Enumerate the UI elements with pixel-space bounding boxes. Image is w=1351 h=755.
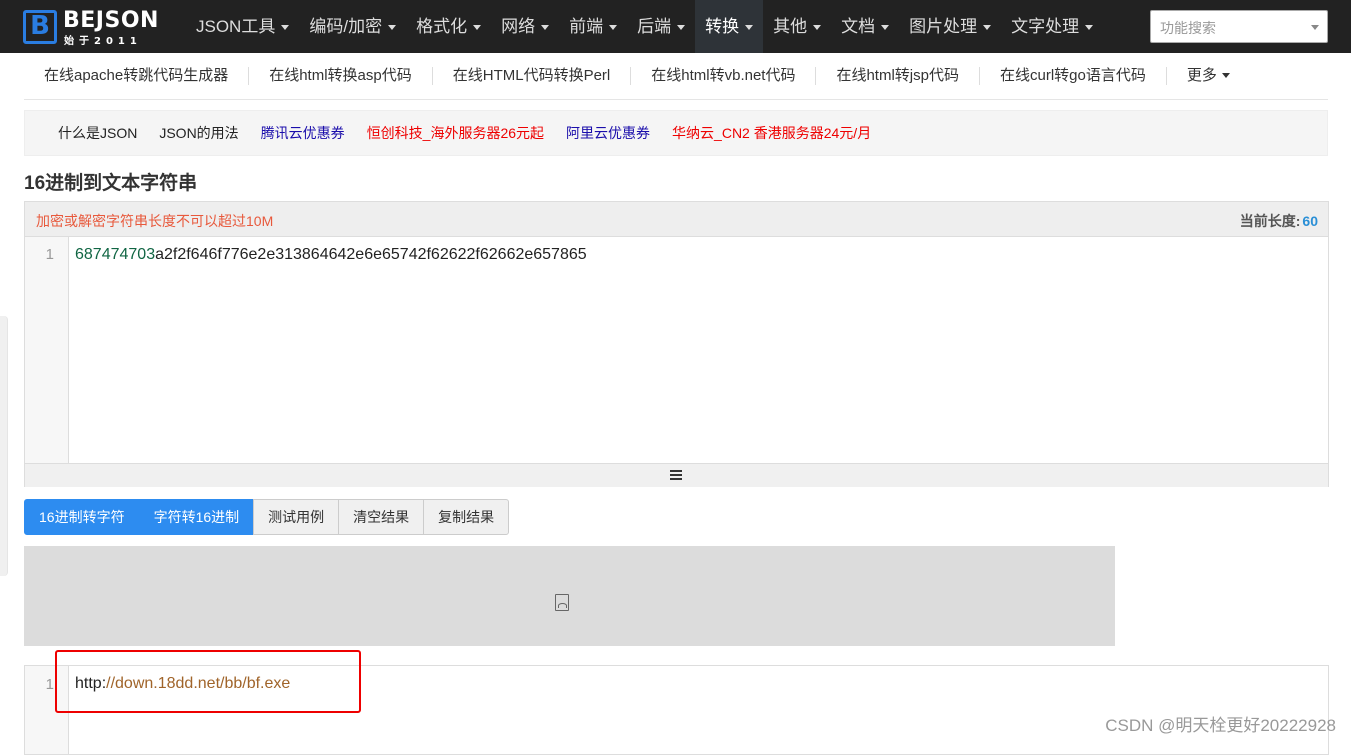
more-tools-dropdown[interactable]: 更多 [1167, 67, 1250, 85]
subtool-link[interactable]: 在线HTML代码转换Perl [433, 66, 632, 85]
nav-item-8[interactable]: 文档 [831, 0, 899, 53]
logo-tagline: 始于2011 [64, 36, 142, 47]
caret-down-icon [281, 25, 290, 31]
input-editor-panel: 加密或解密字符串长度不可以超过10M 当前长度: 60 1 687474703a2… [24, 201, 1329, 487]
nav-item-4[interactable]: 前端 [559, 0, 627, 53]
annotation-highlight-box [55, 650, 361, 713]
line-gutter: 1 [25, 237, 69, 463]
ad-image-placeholder[interactable] [24, 546, 1115, 646]
promo-links-bar: 什么是JSON JSON的用法 腾讯云优惠券 恒创科技_海外服务器26元起 阿里云优惠券… [24, 110, 1328, 156]
caret-down-icon [609, 25, 618, 31]
nav-item-label: 网络 [501, 17, 536, 36]
code-text-token: a2f2f646f776e2e313864642e6e65742f62622f6… [155, 246, 587, 263]
current-length-value: 60 [1302, 213, 1318, 229]
caret-down-icon [881, 25, 890, 31]
promo-link[interactable]: 华纳云_CN2 香港服务器24元/月 [672, 123, 871, 143]
line-number: 1 [45, 246, 54, 263]
nav-item-label: 编码/加密 [309, 17, 383, 36]
subtool-link[interactable]: 在线html转jsp代码 [816, 66, 980, 85]
caret-down-icon [473, 25, 482, 31]
nav-item-label: 图片处理 [909, 17, 978, 36]
subtool-label: 在线HTML代码转换Perl [452, 66, 611, 84]
length-warning: 加密或解密字符串长度不可以超过10M [36, 213, 274, 229]
current-length: 当前长度: 60 [1240, 211, 1318, 231]
subtool-label: 在线curl转go语言代码 [999, 66, 1146, 84]
nav-item-6[interactable]: 转换 [695, 0, 764, 53]
action-button-group: 16进制转字符 字符转16进制 测试用例 清空结果 复制结果 [24, 499, 510, 535]
promo-link[interactable]: 什么是JSON [58, 123, 137, 143]
copy-result-button[interactable]: 复制结果 [423, 499, 510, 535]
editor-header: 加密或解密字符串长度不可以超过10M 当前长度: 60 [25, 202, 1328, 237]
caret-down-icon [541, 25, 550, 31]
subtool-link[interactable]: 在线html转vb.net代码 [631, 66, 817, 85]
resize-handle[interactable] [25, 463, 1328, 487]
nav-menu: JSON工具 编码/加密 格式化 网络 前端 后端 转换 其他 文档 图片处理 文字处理 [186, 0, 1103, 53]
result-line-number: 1 [45, 676, 54, 693]
hex-to-text-button[interactable]: 16进制转字符 [24, 499, 140, 535]
subtool-link[interactable]: 在线curl转go语言代码 [980, 66, 1167, 85]
caret-down-icon [1085, 25, 1094, 31]
top-navbar: B BEJSON 始于2011 JSON工具 编码/加密 格式化 网络 前端 后端 转换 其他… [0, 0, 1351, 53]
subtool-label: 在线html转vb.net代码 [651, 66, 796, 84]
nav-item-1[interactable]: 编码/加密 [299, 0, 406, 53]
subtool-label: 在线html转jsp代码 [836, 66, 959, 84]
code-number-token: 687474703 [75, 246, 156, 263]
caret-down-icon [813, 25, 822, 31]
nav-item-label: 格式化 [416, 17, 468, 36]
nav-item-label: 后端 [637, 17, 672, 36]
nav-item-label: JSON工具 [196, 17, 276, 36]
subtool-link[interactable]: 在线html转换asp代码 [249, 66, 433, 85]
menu-lines-icon [670, 470, 682, 481]
nav-item-10[interactable]: 文字处理 [1001, 0, 1103, 53]
hex-input-editor[interactable]: 687474703a2f2f646f776e2e313864642e6e6574… [75, 246, 587, 264]
broken-image-icon [555, 594, 569, 611]
clear-result-button[interactable]: 清空结果 [338, 499, 425, 535]
nav-item-5[interactable]: 后端 [627, 0, 695, 53]
search-placeholder: 功能搜索 [1160, 20, 1216, 36]
caret-down-icon [388, 25, 397, 31]
promo-link[interactable]: 腾讯云优惠券 [261, 123, 345, 143]
function-search-select[interactable]: 功能搜索 [1150, 10, 1328, 43]
nav-item-9[interactable]: 图片处理 [899, 0, 1001, 53]
logo-mark: B [23, 10, 57, 44]
caret-down-icon [677, 25, 686, 31]
promo-link[interactable]: JSON的用法 [159, 123, 238, 143]
nav-item-2[interactable]: 格式化 [406, 0, 491, 53]
nav-item-label: 文字处理 [1011, 17, 1080, 36]
caret-down-icon [1221, 73, 1230, 79]
nav-item-0[interactable]: JSON工具 [186, 0, 299, 53]
caret-down-icon [983, 25, 992, 31]
promo-link[interactable]: 阿里云优惠券 [566, 123, 650, 143]
caret-down-icon [745, 25, 754, 31]
nav-item-label: 前端 [569, 17, 604, 36]
nav-item-3[interactable]: 网络 [491, 0, 559, 53]
side-drawer-handle[interactable] [0, 316, 8, 576]
nav-item-label: 转换 [705, 17, 740, 36]
nav-item-label: 其他 [773, 17, 808, 36]
chevron-down-icon [1311, 25, 1319, 30]
nav-item-7[interactable]: 其他 [763, 0, 831, 53]
subtool-link[interactable]: 在线apache转跳代码生成器 [24, 66, 250, 85]
text-to-hex-button[interactable]: 字符转16进制 [138, 499, 255, 535]
current-length-label: 当前长度: [1239, 213, 1301, 229]
subtool-label: 在线html转换asp代码 [269, 66, 412, 84]
bejson-logo[interactable]: B BEJSON 始于2011 [23, 8, 163, 47]
subtool-label: 更多 [1186, 66, 1217, 84]
watermark: CSDN @明天栓更好20222928 [1105, 716, 1336, 735]
page-title: 16进制到文本字符串 [24, 173, 198, 194]
subtool-label: 在线apache转跳代码生成器 [44, 66, 229, 84]
logo-brand: BEJSON [63, 8, 159, 33]
promo-link[interactable]: 恒创科技_海外服务器26元起 [367, 123, 544, 143]
test-case-button[interactable]: 测试用例 [253, 499, 340, 535]
nav-item-label: 文档 [841, 17, 876, 36]
related-tools-bar: 在线apache转跳代码生成器 在线html转换asp代码 在线HTML代码转换Pe… [24, 52, 1328, 100]
